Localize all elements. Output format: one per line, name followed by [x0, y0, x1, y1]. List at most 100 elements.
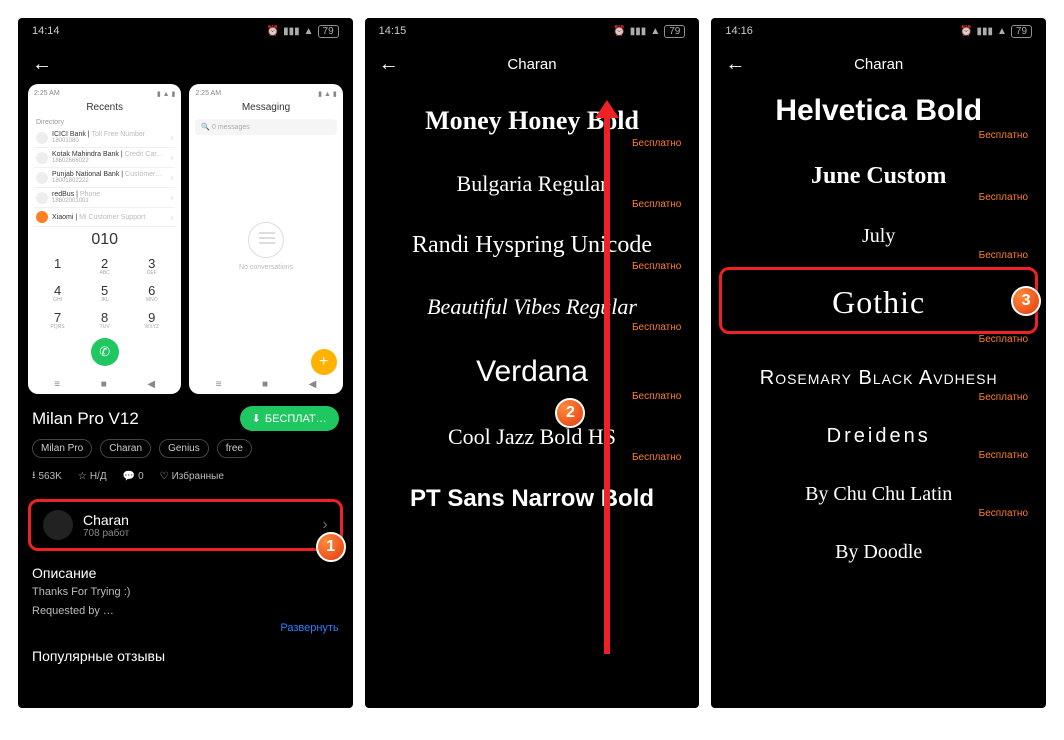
font-item[interactable]: June Custom: [725, 141, 1032, 192]
font-item[interactable]: Beautiful Vibes Regular: [379, 272, 686, 322]
font-item[interactable]: PT Sans Narrow Bold: [379, 463, 686, 515]
alarm-icon: ⏰: [613, 26, 625, 37]
message-search: 🔍 0 messages: [195, 119, 336, 135]
status-time: 14:16: [725, 25, 753, 37]
price-tag: Бесплатно: [725, 250, 1032, 261]
font-list[interactable]: Helvetica Bold Бесплатно June Custom Бес…: [711, 84, 1046, 261]
author-name: Charan: [83, 512, 129, 528]
status-bar: 14:16 ⏰ ▮▮▮ ▲ 79: [711, 18, 1046, 44]
font-item[interactable]: Randi Hyspring Unicode: [379, 210, 686, 261]
contact-row: Kotak Mahindra Bank | Credit Car…1860266…: [34, 148, 175, 168]
status-icons: ⏰ ▮▮▮ ▲ 79: [960, 25, 1032, 38]
status-icons: ⏰ ▮▮▮ ▲ 79: [613, 25, 685, 38]
compose-fab: +: [311, 349, 337, 375]
phone-screen-1: 14:14 ⏰ ▮▮▮ ▲ 79 ← 2:25 AM ▮ ▲ ▮ Recents…: [18, 18, 353, 708]
status-icons: ⏰ ▮▮▮ ▲ 79: [267, 25, 339, 38]
font-item[interactable]: July: [725, 203, 1032, 250]
theme-tag[interactable]: Charan: [100, 439, 151, 458]
font-item[interactable]: By Chu Chu Latin: [725, 461, 1032, 508]
contact-row: ICICI Bank | Toll Free Number18001080›: [34, 128, 175, 148]
stat-favorites[interactable]: ♡ Избранные: [160, 471, 224, 482]
android-navbar: ≡■◀: [195, 375, 336, 390]
download-button[interactable]: ⬇ БЕСПЛАТ…: [240, 406, 339, 431]
expand-link[interactable]: Развернуть: [18, 622, 353, 642]
stat-comments: 💬 0: [123, 471, 144, 482]
contact-row: Xiaomi | Mi Customer Support›: [34, 208, 175, 227]
stats-row: ⭳ 563K ☆ Н/Д 💬 0 ♡ Избранные: [18, 466, 353, 495]
font-item[interactable]: Verdana: [379, 333, 686, 391]
page-title: Charan: [711, 56, 1046, 73]
top-bar: ← Charan: [711, 44, 1046, 84]
price-tag: Бесплатно: [711, 334, 1046, 345]
preview-title: Messaging: [195, 102, 336, 113]
contact-row: Punjab National Bank | Customer…18001802…: [34, 168, 175, 188]
alarm-icon: ⏰: [267, 26, 279, 37]
back-button[interactable]: ←: [725, 53, 745, 76]
android-navbar: ≡■◀: [34, 375, 175, 390]
author-row[interactable]: Charan 708 работ › 1: [28, 499, 343, 551]
theme-tag[interactable]: free: [217, 439, 252, 458]
dialed-number: 010: [34, 231, 175, 249]
wifi-icon: ▲: [304, 26, 314, 37]
download-icon: ⬇: [252, 412, 261, 425]
font-item[interactable]: Bulgaria Regular: [379, 149, 686, 199]
price-tag: Бесплатно: [379, 199, 686, 210]
reviews-header: Популярные отзывы: [18, 642, 353, 666]
battery-indicator: 79: [664, 25, 685, 38]
step-badge-3: 3: [1011, 286, 1041, 316]
dialer-keypad: 1 2ABC 3DEF 4GHI 5JKL 6MNO 7PQRS 8TUV 9W…: [34, 253, 175, 334]
font-item[interactable]: Cool Jazz Bold HS: [379, 402, 686, 452]
theme-tag[interactable]: Genius: [159, 439, 209, 458]
empty-text: No conversations: [239, 264, 293, 271]
scroll-up-arrow: [604, 114, 610, 654]
battery-indicator: 79: [318, 25, 339, 38]
signal-icon: ▮▮▮: [976, 26, 993, 37]
preview-title: Recents: [34, 102, 175, 113]
preview-dialer[interactable]: 2:25 AM ▮ ▲ ▮ Recents Directory ICICI Ba…: [28, 84, 181, 394]
top-bar: ←: [18, 44, 353, 84]
back-button[interactable]: ←: [379, 53, 399, 76]
font-item[interactable]: Helvetica Bold: [725, 84, 1032, 130]
preview-time: 2:25 AM: [34, 90, 60, 98]
theme-title: Milan Pro V12: [32, 409, 139, 429]
font-list[interactable]: Money Honey Bold Бесплатно Bulgaria Regu…: [365, 84, 700, 515]
theme-tag[interactable]: Milan Pro: [32, 439, 92, 458]
contact-list: ICICI Bank | Toll Free Number18001080› K…: [34, 128, 175, 227]
theme-header: Milan Pro V12 ⬇ БЕСПЛАТ…: [18, 394, 353, 439]
wifi-icon: ▲: [650, 26, 660, 37]
step-badge-1: 1: [316, 532, 346, 562]
preview-messaging[interactable]: 2:25 AM ▮ ▲ ▮ Messaging 🔍 0 messages No …: [189, 84, 342, 394]
font-list[interactable]: Rosemary Black Avdhesh Бесплатно Dreiden…: [711, 345, 1046, 566]
phone-screen-3: 14:16 ⏰ ▮▮▮ ▲ 79 ← Charan Helvetica Bold…: [711, 18, 1046, 708]
font-item[interactable]: Money Honey Bold: [379, 84, 686, 138]
price-tag: Бесплатно: [725, 392, 1032, 403]
preview-time: 2:25 AM: [195, 90, 221, 98]
price-tag: Бесплатно: [379, 391, 686, 402]
font-item[interactable]: By Doodle: [725, 519, 1032, 566]
top-bar: ← Charan: [365, 44, 700, 84]
font-item[interactable]: Dreidens: [725, 403, 1032, 450]
contact-row: redBus | Phone18602001001›: [34, 188, 175, 208]
preview-status-icons: ▮ ▲ ▮: [318, 90, 337, 98]
stat-rating: ☆ Н/Д: [78, 471, 107, 482]
alarm-icon: ⏰: [960, 26, 972, 37]
call-button: ✆: [91, 338, 119, 366]
phone-screen-2: 14:15 ⏰ ▮▮▮ ▲ 79 ← Charan 2 Money Honey …: [365, 18, 700, 708]
font-item-gothic[interactable]: Gothic: [722, 270, 1035, 331]
price-tag: Бесплатно: [725, 192, 1032, 203]
price-tag: Бесплатно: [725, 130, 1032, 141]
status-bar: 14:15 ⏰ ▮▮▮ ▲ 79: [365, 18, 700, 44]
chevron-right-icon: ›: [322, 516, 327, 534]
selected-font-highlight[interactable]: Gothic 3: [719, 267, 1038, 334]
author-avatar: [43, 510, 73, 540]
font-item[interactable]: Rosemary Black Avdhesh: [725, 345, 1032, 392]
status-bar: 14:14 ⏰ ▮▮▮ ▲ 79: [18, 18, 353, 44]
author-works: 708 работ: [83, 528, 129, 539]
empty-state: No conversations: [195, 135, 336, 357]
price-tag: Бесплатно: [725, 450, 1032, 461]
back-button[interactable]: ←: [32, 53, 52, 76]
description-line: Requested by …: [18, 602, 353, 621]
tag-row: Milan Pro Charan Genius free: [18, 439, 353, 466]
preview-status-icons: ▮ ▲ ▮: [157, 90, 176, 98]
description-header: Описание: [18, 559, 353, 583]
